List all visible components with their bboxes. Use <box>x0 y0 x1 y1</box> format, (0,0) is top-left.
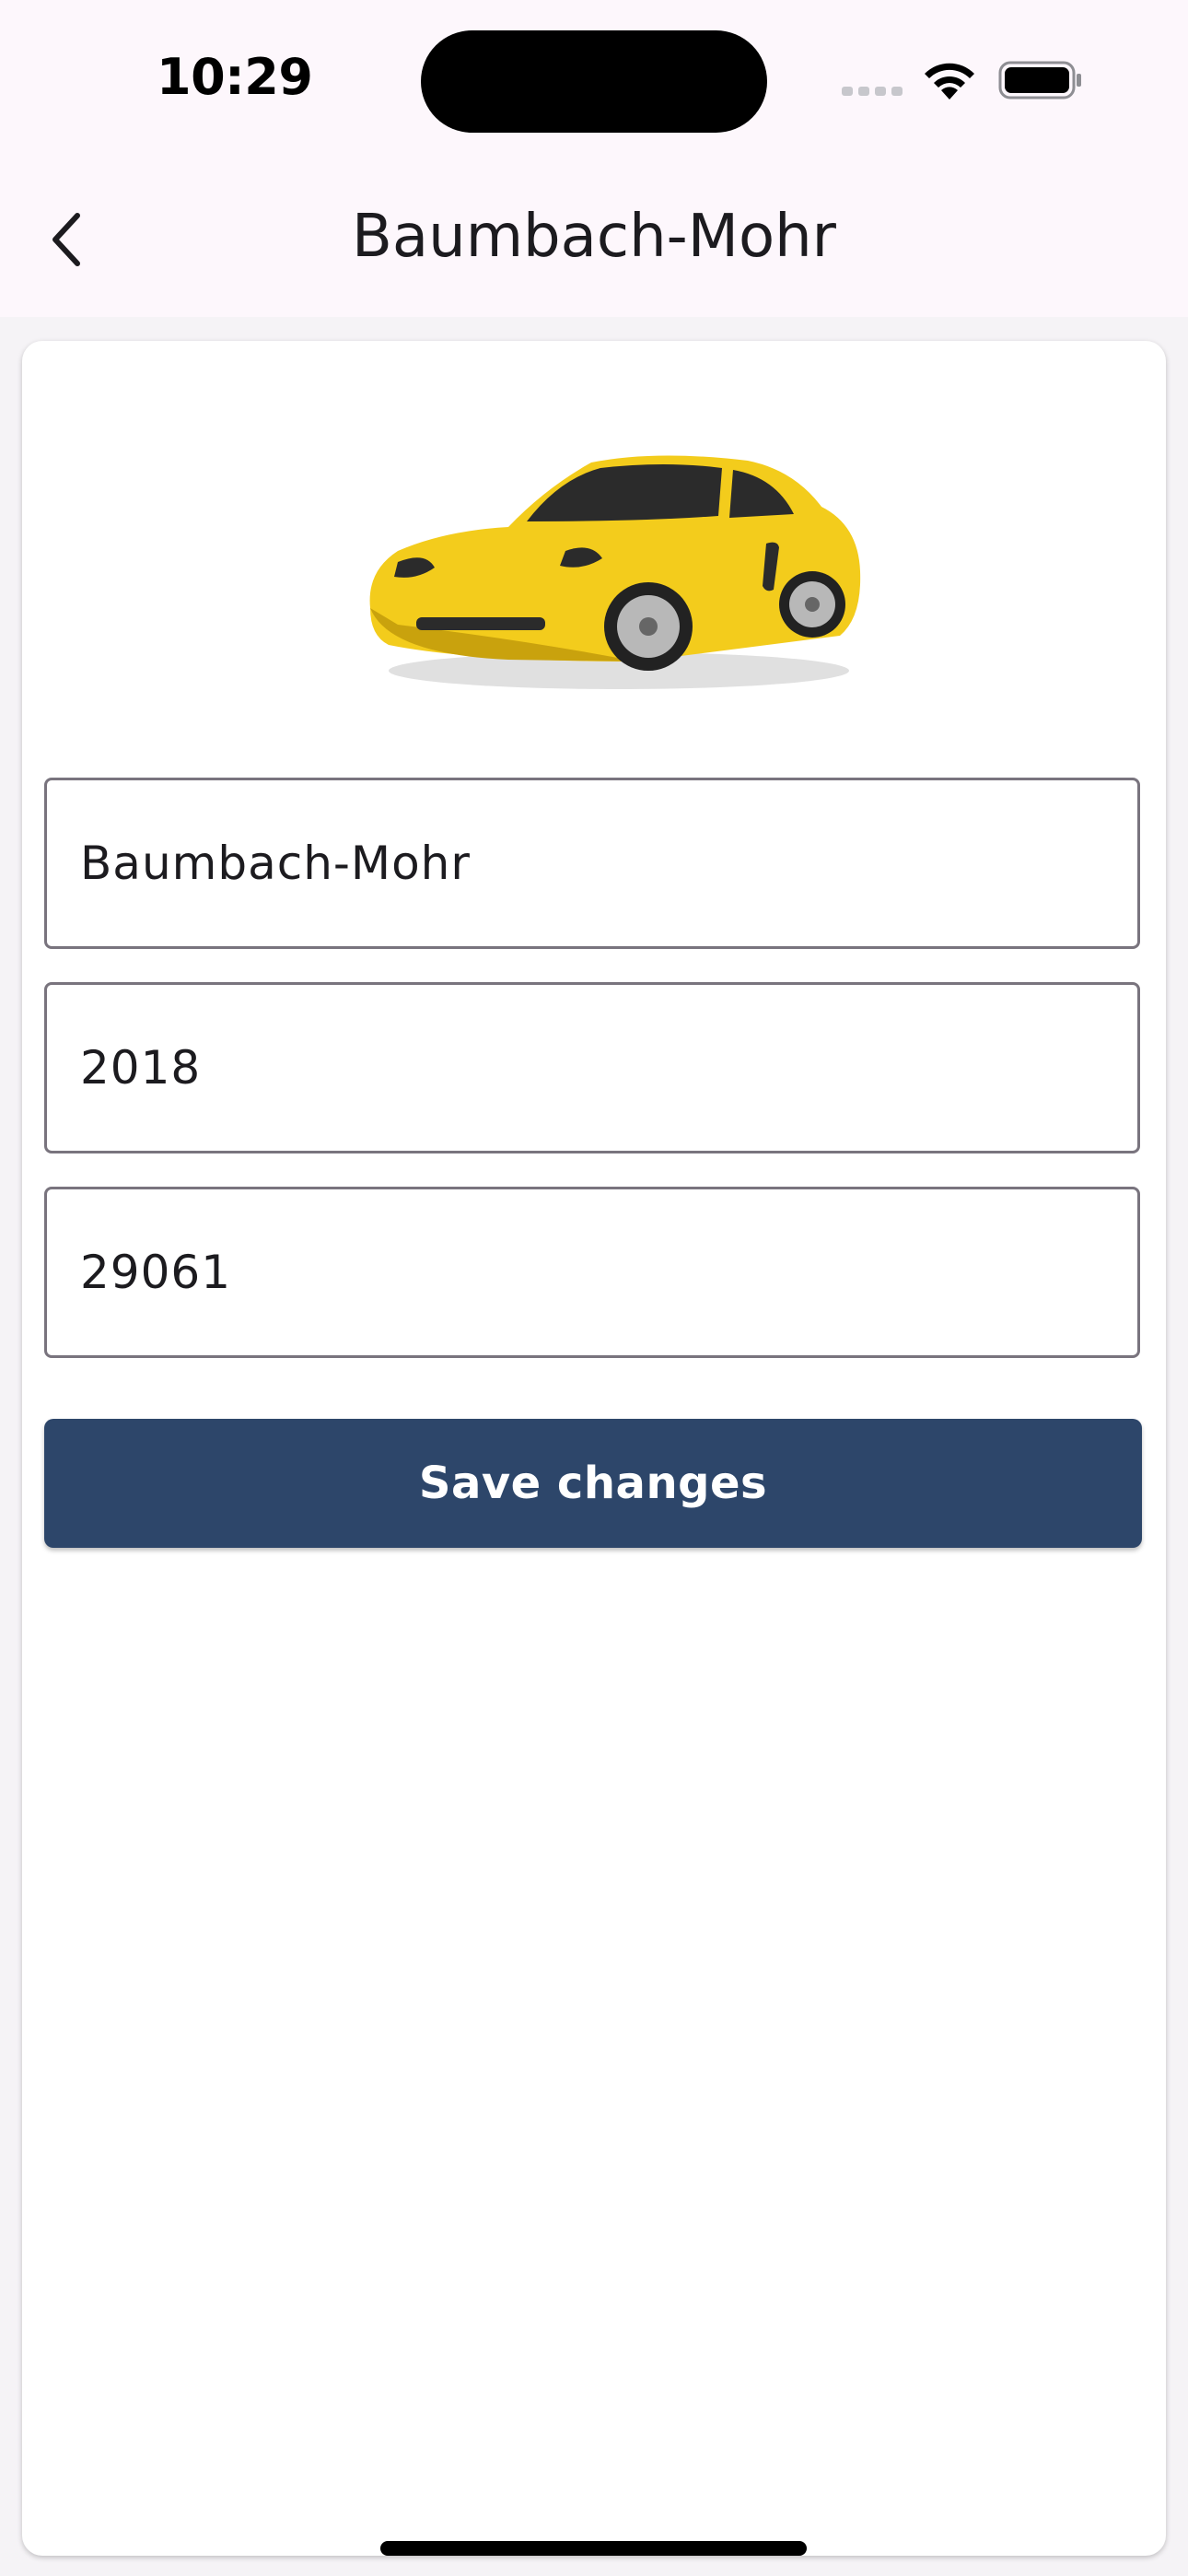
wifi-icon <box>925 63 974 100</box>
battery-icon <box>998 61 1081 100</box>
year-field-value: 2018 <box>80 1041 202 1095</box>
number-field[interactable]: 29061 <box>44 1187 1140 1358</box>
number-field-value: 29061 <box>80 1246 232 1299</box>
app-bar: Baumbach-Mohr <box>0 162 1188 317</box>
status-bar: 10:29 <box>0 0 1188 162</box>
home-indicator[interactable] <box>380 2541 807 2556</box>
page-title: Baumbach-Mohr <box>352 203 836 271</box>
dynamic-island <box>421 30 767 133</box>
vehicle-image <box>369 455 861 689</box>
year-field[interactable]: 2018 <box>44 982 1140 1153</box>
name-field-value: Baumbach-Mohr <box>80 837 471 890</box>
save-changes-button[interactable]: Save changes <box>44 1419 1142 1548</box>
vehicle-edit-card: Baumbach-Mohr 2018 29061 Save changes <box>22 341 1166 2556</box>
status-time: 10:29 <box>157 48 313 106</box>
name-field[interactable]: Baumbach-Mohr <box>44 778 1140 949</box>
cellular-signal-icon <box>842 87 903 96</box>
